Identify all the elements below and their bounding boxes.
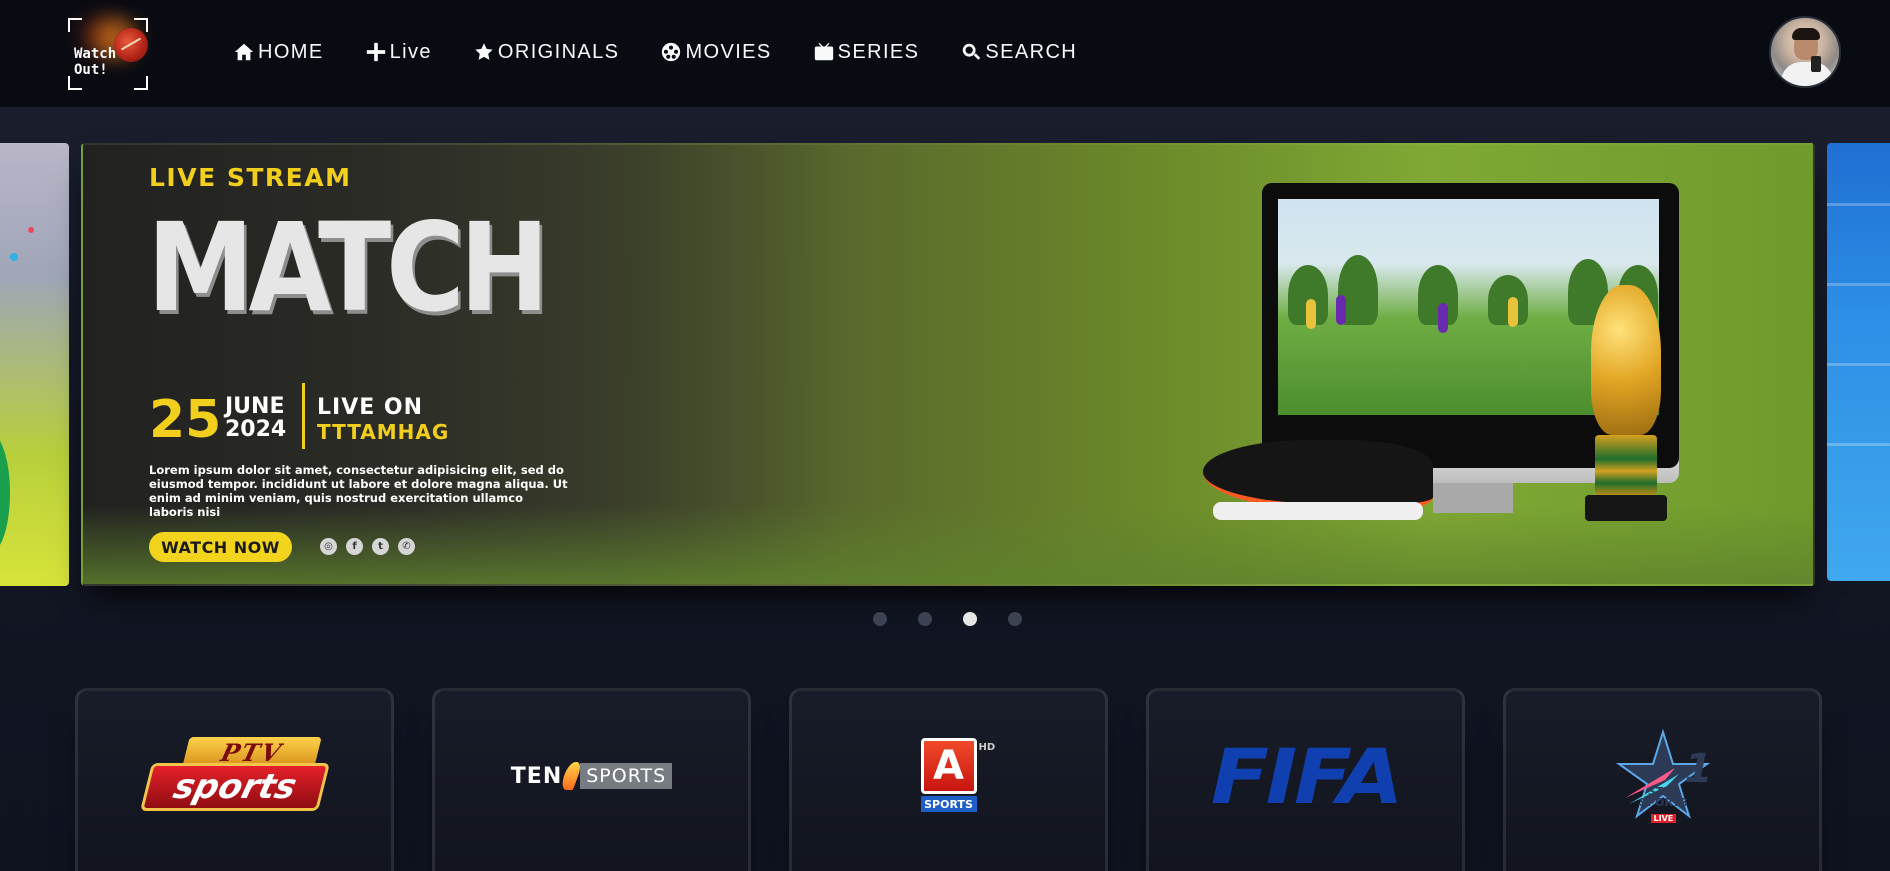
hero-description: Lorem ipsum dolor sit amet, consectetur … (149, 463, 568, 519)
ten-logo-right-text: SPORTS (580, 763, 673, 789)
hero-live-channel: TTTAMHAG (317, 420, 450, 444)
carousel-dot-2[interactable] (918, 612, 932, 626)
top-nav-bar: Watch Out! HOME Live ORIGINALS MOVIES SE… (0, 0, 1890, 107)
hero-date-day: 25 (149, 390, 222, 450)
carousel-dot-1[interactable] (873, 612, 887, 626)
star-sports-logo: 1 STAR SPORTS LIVE (1506, 728, 1819, 823)
star-sports-text: STAR SPORTS (1639, 785, 1688, 809)
carousel-dots (873, 612, 1022, 626)
channel-card-a-sports[interactable]: A SPORTS HD (789, 688, 1108, 871)
ten-logo-left-text: TEN (510, 763, 563, 789)
carousel-prev-slide[interactable] (0, 143, 69, 586)
ten-sports-logo: TEN SPORTS (435, 731, 748, 821)
nav-movies-label: MOVIES (685, 40, 772, 63)
watch-now-button[interactable]: WATCH NOW (149, 532, 292, 562)
nav-live-label: Live (389, 40, 432, 63)
football-boots-image (1203, 430, 1453, 540)
facebook-icon[interactable]: f (346, 538, 363, 555)
carousel-next-slide[interactable] (1827, 143, 1890, 581)
a-sports-hd-badge: HD (978, 742, 996, 753)
nav-home-label: HOME (258, 40, 324, 63)
ptv-sports-logo: PTV sports (78, 731, 391, 821)
a-sports-logo: A SPORTS HD (792, 731, 1105, 821)
channel-card-ten-sports[interactable]: TEN SPORTS (432, 688, 751, 871)
a-sports-label: SPORTS (920, 796, 977, 812)
carousel-dot-4[interactable] (1008, 612, 1022, 626)
hero-carousel: LIVE STREAM MATCH 25 JUNE 2024 LIVE ON T… (0, 143, 1890, 586)
home-icon (234, 43, 254, 61)
hero-eyebrow: LIVE STREAM (149, 163, 352, 192)
channel-card-fifa[interactable]: FIFA (1146, 688, 1465, 871)
nav-home[interactable]: HOME (233, 37, 324, 67)
nav-series-label: SERIES (837, 40, 920, 63)
fifa-logo: FIFA (1149, 731, 1462, 821)
nav-search-label: SEARCH (985, 40, 1078, 63)
film-reel-icon (662, 42, 681, 62)
twitter-icon[interactable]: t (372, 538, 389, 555)
user-avatar[interactable] (1769, 16, 1841, 88)
tv-icon (814, 42, 833, 61)
logo-text: Watch Out! (74, 46, 117, 78)
carousel-active-slide[interactable]: LIVE STREAM MATCH 25 JUNE 2024 LIVE ON T… (81, 143, 1815, 586)
channel-card-star-sports[interactable]: 1 STAR SPORTS LIVE (1503, 688, 1822, 871)
world-cup-trophy-image (1581, 285, 1671, 525)
social-icons: ◎ f t ✆ (320, 538, 415, 555)
hero-date-year: 2024 (225, 417, 287, 442)
nav-originals[interactable]: ORIGINALS (473, 37, 620, 67)
nav-search[interactable]: SEARCH (960, 37, 1077, 67)
ptv-logo-bottom-text: sports (139, 763, 330, 811)
nav-live[interactable]: Live (365, 37, 432, 67)
search-icon (963, 43, 981, 60)
channel-card-ptv-sports[interactable]: PTV sports (75, 688, 394, 871)
star-sports-live-badge: LIVE (1650, 814, 1677, 823)
carousel-dot-3-active[interactable] (963, 612, 977, 626)
hero-title: MATCH (147, 197, 549, 339)
channel-row: PTV sports TEN SPORTS A SPORTS HD FIFA 1… (75, 688, 1822, 871)
star-icon (475, 43, 493, 60)
nav-series[interactable]: SERIES (813, 37, 920, 67)
watch-out-logo[interactable]: Watch Out! (52, 12, 174, 92)
fifa-logo-text: FIFA (1210, 731, 1404, 821)
main-nav: HOME Live ORIGINALS MOVIES SERIES SEARCH (233, 41, 1118, 67)
a-sports-letter: A (920, 738, 977, 794)
whatsapp-icon[interactable]: ✆ (398, 538, 415, 555)
plus-icon (366, 42, 385, 62)
date-divider (302, 383, 305, 449)
nav-movies[interactable]: MOVIES (660, 37, 771, 67)
nav-originals-label: ORIGINALS (497, 40, 620, 63)
hero-live-on: LIVE ON (317, 395, 424, 420)
instagram-icon[interactable]: ◎ (320, 538, 337, 555)
hero-date-month: JUNE (225, 394, 285, 419)
